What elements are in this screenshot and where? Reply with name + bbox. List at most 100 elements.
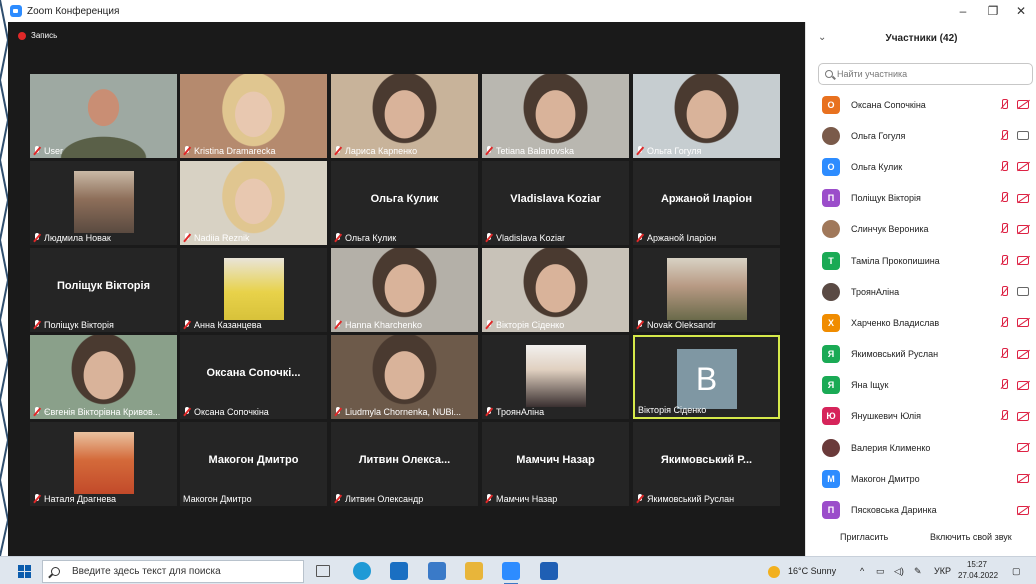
video-tile[interactable]: Наталя Драгнева xyxy=(30,422,177,506)
video-tile[interactable]: Hanna Kharchenko xyxy=(331,248,478,332)
unmute-button[interactable]: Включить свой звук xyxy=(922,527,1020,547)
windows-start-icon[interactable] xyxy=(18,565,32,579)
participants-header: ⌄ Участники (42) xyxy=(806,30,1036,48)
video-off-icon[interactable] xyxy=(1017,100,1029,110)
notifications-icon[interactable]: ▢ xyxy=(1012,557,1021,584)
video-off-icon[interactable] xyxy=(1017,256,1029,266)
video-tile[interactable]: Мамчич Назар Мамчич Назар xyxy=(482,422,629,506)
video-off-icon[interactable] xyxy=(1017,162,1029,172)
tile-display-name: Аржаной Іларіон xyxy=(660,193,753,205)
minimize-button[interactable]: – xyxy=(954,2,972,20)
participant-name: Поліщук Вікторія xyxy=(851,193,921,204)
participant-row[interactable]: М Макогон Дмитро xyxy=(806,463,1036,494)
participant-search-input[interactable]: Найти участника xyxy=(818,63,1033,85)
video-tile[interactable]: Оксана Сопочкі... Оксана Сопочкіна xyxy=(180,335,327,419)
participant-row[interactable]: ТроянАліна xyxy=(806,276,1036,307)
edge-browser-icon[interactable] xyxy=(353,562,371,580)
recording-indicator[interactable]: Запись xyxy=(18,31,57,40)
video-tile[interactable]: Якимовський Р... Якимовський Руслан xyxy=(633,422,780,506)
volume-icon[interactable]: ◁) xyxy=(894,557,904,584)
participant-row[interactable]: Ольга Гогуля xyxy=(806,120,1036,151)
mic-muted-icon[interactable] xyxy=(999,410,1009,422)
video-tile[interactable]: User xyxy=(30,74,177,158)
mic-muted-icon xyxy=(334,146,342,156)
tile-name-text: ТроянАліна xyxy=(496,407,545,417)
task-view-icon[interactable] xyxy=(316,565,330,577)
network-icon[interactable]: ▭ xyxy=(876,557,885,584)
video-tile[interactable]: Лариса Карпенко xyxy=(331,74,478,158)
participant-row[interactable]: Я Яна Іщук xyxy=(806,370,1036,401)
participant-row[interactable]: Ю Янушкевич Юлія xyxy=(806,401,1036,432)
tile-name-label: Liudmyla Chornenka, NUBi... xyxy=(334,407,475,417)
video-off-icon[interactable] xyxy=(1017,349,1029,359)
video-off-icon[interactable] xyxy=(1017,193,1029,203)
tile-display-name: Якимовський Р... xyxy=(660,454,753,466)
mic-muted-icon[interactable] xyxy=(999,192,1009,204)
video-tile[interactable]: Liudmyla Chornenka, NUBi... xyxy=(331,335,478,419)
participant-row[interactable]: О Ольга Кулик xyxy=(806,151,1036,182)
invite-button[interactable]: Пригласить xyxy=(832,527,897,547)
video-tile[interactable]: Поліщук Вікторія Поліщук Вікторія xyxy=(30,248,177,332)
mic-muted-icon[interactable] xyxy=(999,223,1009,235)
participant-row[interactable]: Я Якимовський Руслан xyxy=(806,339,1036,370)
video-tile[interactable]: Ольга Гогуля xyxy=(633,74,780,158)
tile-name-label: Tetiana Balanovska xyxy=(485,146,626,156)
video-tile[interactable]: Анна Казанцева xyxy=(180,248,327,332)
video-tile[interactable]: B Вікторія Сіденко xyxy=(633,335,780,419)
clock[interactable]: 15:27 27.04.2022 xyxy=(958,559,998,581)
participant-avatar: П xyxy=(822,189,840,208)
participant-row[interactable]: П Пясковська Даринка xyxy=(806,494,1036,525)
video-tile[interactable]: Євгенія Вікторівна Кривов... xyxy=(30,335,177,419)
video-off-icon[interactable] xyxy=(1017,474,1029,484)
participant-row[interactable]: Слинчук Вероника xyxy=(806,214,1036,245)
mic-muted-icon xyxy=(636,320,644,330)
mic-muted-icon[interactable] xyxy=(999,129,1009,142)
video-off-icon[interactable] xyxy=(1017,380,1029,390)
video-off-icon[interactable] xyxy=(1017,411,1029,421)
language-indicator[interactable]: УКР xyxy=(934,557,951,584)
video-tile[interactable]: Novak Oleksandr xyxy=(633,248,780,332)
mic-muted-icon[interactable] xyxy=(999,160,1009,173)
video-off-icon[interactable] xyxy=(1017,443,1029,453)
participant-row[interactable]: П Поліщук Вікторія xyxy=(806,183,1036,214)
participant-row[interactable]: Х Харченко Владислав xyxy=(806,307,1036,338)
participant-row[interactable]: Валерия Клименко xyxy=(806,432,1036,463)
mic-muted-icon[interactable] xyxy=(999,316,1009,329)
video-on-icon[interactable] xyxy=(1017,287,1029,297)
file-explorer-icon[interactable] xyxy=(465,562,483,580)
tray-chevron-icon[interactable]: ^ xyxy=(860,557,864,584)
video-tile[interactable]: ТроянАліна xyxy=(482,335,629,419)
mic-muted-icon[interactable] xyxy=(999,285,1009,298)
mic-muted-icon[interactable] xyxy=(999,348,1009,360)
close-button[interactable]: ✕ xyxy=(1012,2,1030,20)
participant-row[interactable]: О Оксана Сопочкіна xyxy=(806,89,1036,120)
video-tile[interactable]: Kristina Dramarecka xyxy=(180,74,327,158)
video-tile[interactable]: Аржаной Іларіон Аржаной Іларіон xyxy=(633,161,780,245)
taskbar-search-input[interactable]: Введите здесь текст для поиска xyxy=(42,560,304,583)
video-tile[interactable]: Ольга Кулик Ольга Кулик xyxy=(331,161,478,245)
maximize-button[interactable]: ❐ xyxy=(984,2,1002,20)
mic-muted-icon[interactable] xyxy=(999,379,1009,391)
video-tile[interactable]: Литвин Олекса... Литвин Олександр xyxy=(331,422,478,506)
mic-muted-icon[interactable] xyxy=(999,98,1009,111)
video-on-icon[interactable] xyxy=(1017,131,1029,141)
video-tile[interactable]: Макогон Дмитро Макогон Дмитро xyxy=(180,422,327,506)
word-icon[interactable] xyxy=(540,562,558,580)
tile-name-label: Вікторія Сіденко xyxy=(638,405,775,415)
video-off-icon[interactable] xyxy=(1017,224,1029,234)
video-tile[interactable]: Tetiana Balanovska xyxy=(482,74,629,158)
store-icon[interactable] xyxy=(428,562,446,580)
video-tile[interactable]: Людмила Новак xyxy=(30,161,177,245)
mail-icon[interactable] xyxy=(390,562,408,580)
video-tile[interactable]: Nadiia Reznik xyxy=(180,161,327,245)
pen-icon[interactable]: ✎ xyxy=(914,557,922,584)
participant-row[interactable]: Т Таміла Прокопишина xyxy=(806,245,1036,276)
mic-muted-icon[interactable] xyxy=(999,254,1009,267)
video-tile[interactable]: Вікторія Сіденко xyxy=(482,248,629,332)
mic-muted-icon xyxy=(334,407,342,417)
video-tile[interactable]: Vladislava Koziar Vladislava Koziar xyxy=(482,161,629,245)
video-off-icon[interactable] xyxy=(1017,505,1029,515)
zoom-taskbar-icon[interactable] xyxy=(502,562,520,584)
video-off-icon[interactable] xyxy=(1017,318,1029,328)
weather-text[interactable]: 16°C Sunny xyxy=(788,557,836,584)
